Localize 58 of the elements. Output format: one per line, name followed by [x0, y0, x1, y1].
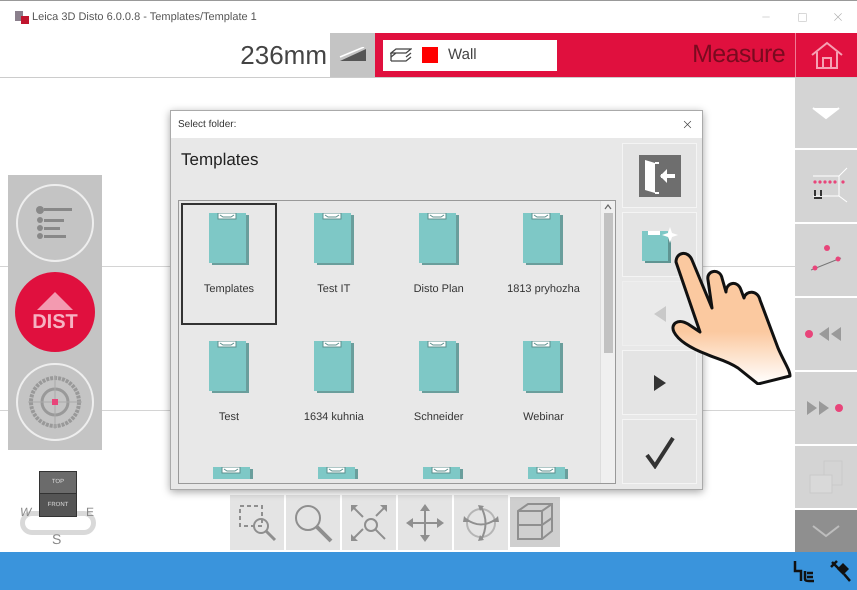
- maximize-icon: [796, 12, 808, 22]
- sidebar-button[interactable]: [795, 150, 857, 222]
- list-icon: [35, 206, 75, 240]
- checkmark-icon: [644, 434, 676, 468]
- new-folder-icon: [642, 224, 678, 264]
- sidebar-button[interactable]: [795, 372, 857, 444]
- folder-icon: [318, 467, 358, 479]
- sidebar-button[interactable]: [795, 78, 857, 148]
- folder-icon: [523, 341, 564, 393]
- folder-icon: [314, 213, 354, 265]
- plug-icon: [793, 559, 815, 583]
- folder-icon: [423, 467, 464, 479]
- window-title: Leica 3D Disto 6.0.0.8 - Templates/Template 1: [32, 10, 257, 25]
- layers-icon: [390, 47, 412, 63]
- folder-icon: [528, 467, 568, 479]
- folder-icon: [418, 341, 459, 393]
- box-view-icon: [514, 501, 556, 543]
- layer-name: Wall: [448, 44, 477, 65]
- sidebar-button[interactable]: [795, 510, 857, 552]
- slope-icon: [338, 47, 368, 63]
- sidebar-button[interactable]: [795, 298, 857, 370]
- layer-selector[interactable]: Wall: [383, 40, 557, 70]
- app-icon: [15, 10, 29, 24]
- view-tool-button[interactable]: [230, 495, 284, 550]
- triangle-right-icon: [652, 374, 668, 392]
- view-tool-button[interactable]: [286, 495, 340, 550]
- view-tool-button[interactable]: [454, 495, 508, 550]
- folder-heading: Templates: [181, 150, 258, 169]
- dialog-action-button[interactable]: [622, 419, 697, 484]
- dialog-title: Select folder:: [178, 118, 236, 132]
- slope-button[interactable]: [330, 33, 375, 77]
- plug-icon: [829, 559, 851, 583]
- folder-icon: [213, 467, 254, 479]
- sidebar-button[interactable]: [795, 224, 857, 296]
- folder-icon: [523, 213, 564, 265]
- exit-door-icon: [638, 154, 681, 196]
- scroll-up-icon[interactable]: [604, 204, 612, 210]
- triangle-up-icon: [37, 292, 73, 310]
- home-icon: [808, 40, 844, 70]
- folder-item[interactable]: Templates: [181, 203, 277, 325]
- move-icon: [404, 502, 446, 544]
- home-button[interactable]: [795, 33, 857, 77]
- list-button[interactable]: [16, 184, 94, 262]
- measurement-value: 236mm: [240, 38, 327, 72]
- folder-icon: [209, 341, 249, 393]
- view-tool-button[interactable]: [398, 495, 452, 550]
- target-button[interactable]: [16, 362, 94, 441]
- chevron-down-icon: [811, 524, 841, 538]
- folder-icon: [314, 341, 354, 393]
- view-tool-button[interactable]: [510, 497, 560, 547]
- folder-icon: [209, 213, 249, 265]
- folder-icon: [418, 213, 459, 265]
- scrollbar[interactable]: [600, 201, 616, 483]
- mode-title: Measure: [692, 39, 785, 70]
- triangle-left-icon: [652, 304, 668, 322]
- target-icon: [26, 372, 84, 431]
- view-tool-button[interactable]: [342, 495, 396, 550]
- chevron-down-icon: [811, 106, 841, 120]
